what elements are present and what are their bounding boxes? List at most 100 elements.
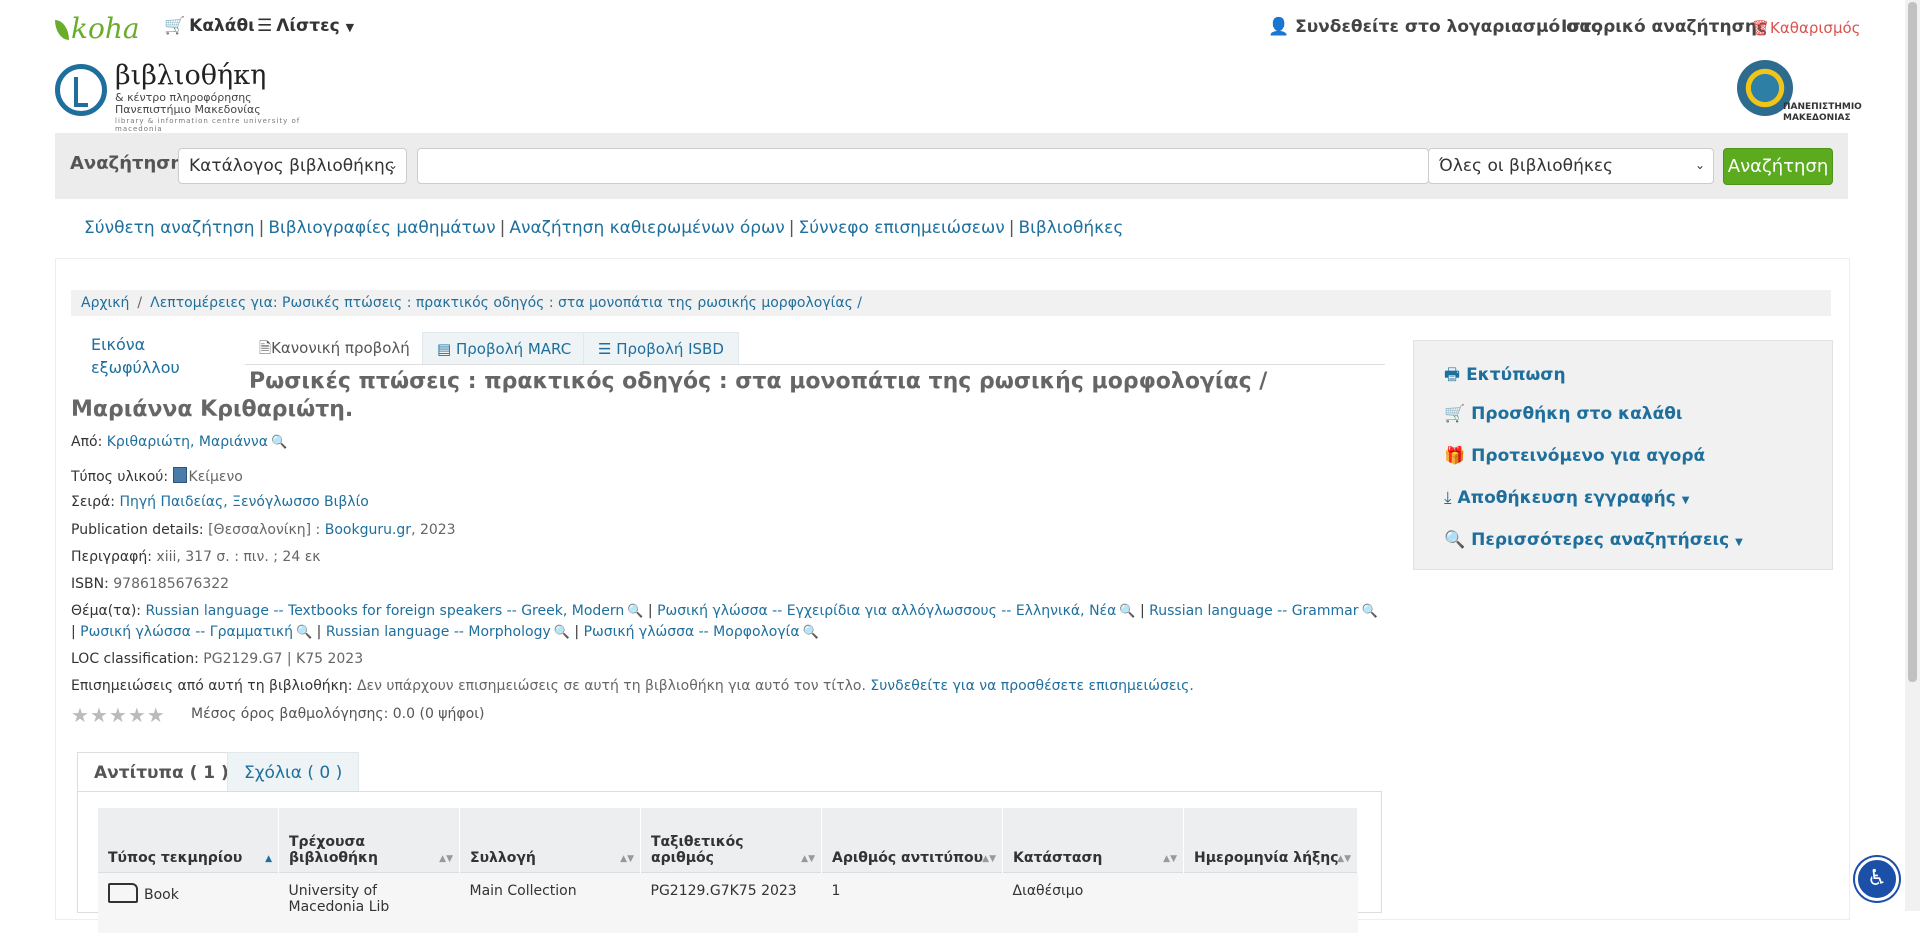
login-link[interactable]: 👤 Συνδεθείτε στο λογαριασμό σας (1268, 17, 1601, 37)
col-current-library[interactable]: Τρέχουσα βιβλιοθήκη▲▼ (279, 808, 460, 873)
subject-link[interactable]: Ρωσική γλώσσα -- Εγχειρίδια για αλλόγλωσ… (657, 603, 1116, 619)
book-icon (108, 883, 138, 903)
sort-icon: ▲▼ (982, 854, 996, 864)
tab-comments[interactable]: Σχόλια ( 0 ) (227, 752, 359, 792)
library-select[interactable]: Όλες οι βιβλιοθήκες⌄ (1428, 148, 1714, 184)
search-history-link[interactable]: Ιστορικό αναζήτησης (1561, 17, 1767, 37)
sort-icon: ▲▼ (439, 854, 453, 864)
add-to-cart-link[interactable]: 🛒Προσθήκη στο καλάθι (1444, 404, 1683, 424)
caret-down-icon: ▼ (1735, 537, 1743, 548)
publication-field: Publication details: [Θεσσαλονίκη] : Boo… (71, 522, 456, 538)
chevron-down-icon: ⌄ (388, 158, 398, 172)
sort-icon: ▲▼ (620, 854, 634, 864)
accessibility-button[interactable]: ♿ (1855, 857, 1899, 901)
col-status[interactable]: Κατάσταση▲▼ (1003, 808, 1184, 873)
lists-dropdown[interactable]: ☰Λίστες ▼ (257, 16, 354, 36)
search-icon[interactable]: 🔍 (627, 604, 643, 619)
library-logo-icon (55, 64, 107, 116)
search-button[interactable]: Αναζήτηση (1723, 148, 1833, 185)
authority-search-link[interactable]: Αναζήτηση καθιερωμένων όρων (509, 218, 784, 238)
subject-link[interactable]: Russian language -- Grammar (1149, 603, 1358, 619)
col-item-type[interactable]: Τύπος τεκμηρίου▲ (98, 808, 279, 873)
tab-marc-view[interactable]: ▤ Προβολή MARC (422, 332, 586, 364)
table-row: Book University of Macedonia Lib Main Co… (98, 873, 1358, 933)
search-icon[interactable]: 🔍 (803, 625, 819, 640)
university-logo: ΠΑΝΕΠΙΣΤΗΜΙΟ ΜΑΚΕΔΟΝΙΑΣ (1737, 60, 1847, 126)
caret-down-icon: ▼ (1682, 495, 1690, 506)
advanced-search-link[interactable]: Σύνθετη αναζήτηση (84, 218, 255, 238)
document-icon: 🗎 (259, 339, 271, 357)
series-link[interactable]: Πηγή Παιδείας, Ξενόγλωσσο Βιβλίο (119, 494, 368, 510)
scrollbar-thumb[interactable] (1908, 2, 1917, 682)
search-icon: 🔍 (1444, 530, 1465, 550)
subject-link[interactable]: Russian language -- Morphology (326, 624, 551, 640)
record-actions-sidebar: 🖶Εκτύπωση 🛒Προσθήκη στο καλάθι 🎁Προτεινό… (1413, 340, 1833, 570)
holdings-table: Τύπος τεκμηρίου▲ Τρέχουσα βιβλιοθήκη▲▼ Σ… (98, 808, 1358, 933)
print-link[interactable]: 🖶Εκτύπωση (1444, 362, 1566, 391)
material-type-field: Τύπος υλικού: Κείμενο (71, 467, 243, 485)
star-icon[interactable]: ★ (90, 703, 109, 727)
col-call-number[interactable]: Ταξιθετικός αριθμός▲▼ (641, 808, 822, 873)
search-icon[interactable]: 🔍 (1119, 604, 1135, 619)
breadcrumb-home[interactable]: Αρχική (81, 295, 129, 311)
star-icon[interactable]: ★ (147, 703, 166, 727)
view-tabs: 🗎Κανονική προβολή ▤ Προβολή MARC ☰ Προβο… (245, 332, 1385, 365)
search-icon[interactable]: 🔍 (271, 435, 287, 450)
tab-isbd-view[interactable]: ☰ Προβολή ISBD (583, 332, 739, 364)
search-icon[interactable]: 🔍 (554, 625, 570, 640)
sort-icon: ▲▼ (1163, 854, 1177, 864)
course-reserves-link[interactable]: Βιβλιογραφίες μαθημάτων (268, 218, 495, 238)
trash-icon: 🗑 (1751, 19, 1770, 37)
loc-field: LOC classification: PG2129.G7 | K75 2023 (71, 651, 363, 667)
search-type-select[interactable]: Κατάλογος βιβλιοθήκης⌄ (178, 148, 407, 184)
star-rating[interactable]: ★★★★★ (71, 703, 166, 727)
library-name: βιβλιοθήκη (115, 60, 266, 91)
col-copy-number[interactable]: Αριθμός αντιτύπου▲▼ (822, 808, 1003, 873)
publisher-link[interactable]: Bookguru.gr (325, 522, 411, 538)
sort-icon: ▲▼ (801, 854, 815, 864)
library-subtitle: & κέντρο πληροφόρησης Πανεπιστήμιο Μακεδ… (115, 92, 261, 116)
breadcrumb: Αρχική/Λεπτομέρειες για: Ρωσικές πτώσεις… (71, 290, 1831, 316)
search-icon[interactable]: 🔍 (1362, 604, 1378, 619)
cart-icon: 🛒 (1444, 404, 1465, 424)
subject-link[interactable]: Ρωσική γλώσσα -- Γραμματική (80, 624, 293, 640)
subjects-field: Θέμα(τα): Russian language -- Textbooks … (71, 601, 1386, 643)
col-collection[interactable]: Συλλογή▲▼ (460, 808, 641, 873)
isbn-field: ISBN: 9786185676322 (71, 576, 229, 592)
author-link[interactable]: Κριθαριώτη, Μαριάννα (107, 434, 268, 450)
user-icon: 👤 (1268, 17, 1289, 37)
more-searches-dropdown[interactable]: 🔍Περισσότερες αναζητήσεις ▼ (1444, 530, 1743, 550)
tab-copies[interactable]: Αντίτυπα ( 1 ) (77, 752, 246, 792)
col-due-date[interactable]: Ημερομηνία λήξης▲▼ (1184, 808, 1358, 873)
search-input[interactable] (417, 148, 1429, 184)
description-field: Περιγραφή: xiii, 317 σ. : πιν. ; 24 εκ (71, 549, 321, 565)
search-icon[interactable]: 🔍 (296, 625, 312, 640)
tags-field: Επισημειώσεις από αυτή τη βιβλιοθήκη: Δε… (71, 678, 1194, 694)
save-record-dropdown[interactable]: ⤓Αποθήκευση εγγραφής ▼ (1444, 488, 1689, 508)
library-logo[interactable]: βιβλιοθήκη & κέντρο πληροφόρησης Πανεπισ… (55, 60, 325, 128)
subject-link[interactable]: Russian language -- Textbooks for foreig… (145, 603, 624, 619)
tag-cloud-link[interactable]: Σύννεφο επισημειώσεων (799, 218, 1005, 238)
list-icon: ☰ (257, 16, 272, 36)
university-name: ΠΑΝΕΠΙΣΤΗΜΙΟ ΜΑΚΕΔΟΝΙΑΣ (1783, 102, 1847, 124)
cart-button[interactable]: 🛒Καλάθι (164, 16, 255, 36)
breadcrumb-current[interactable]: Λεπτομέρειες για: Ρωσικές πτώσεις : πρακ… (150, 295, 862, 311)
star-icon[interactable]: ★ (71, 703, 90, 727)
top-navbar: koha 🛒Καλάθι ☰Λίστες ▼ 👤 Συνδεθείτε στο … (0, 0, 1905, 56)
star-icon[interactable]: ★ (128, 703, 147, 727)
print-icon: 🖶 (1444, 365, 1460, 385)
login-to-tag-link[interactable]: Συνδεθείτε για να προσθέσετε επισημειώσε… (870, 678, 1193, 694)
sort-asc-icon: ▲ (265, 854, 272, 864)
koha-logo[interactable]: koha (55, 12, 140, 45)
list-icon: ☰ (598, 340, 611, 358)
list-alt-icon: ▤ (437, 340, 451, 358)
gift-icon: 🎁 (1444, 446, 1465, 466)
tab-normal-view[interactable]: 🗎Κανονική προβολή (245, 332, 424, 364)
download-icon: ⤓ (1444, 488, 1452, 508)
book-icon (173, 467, 187, 483)
star-icon[interactable]: ★ (109, 703, 128, 727)
libraries-link[interactable]: Βιβλιοθήκες (1018, 218, 1123, 238)
suggest-purchase-link[interactable]: 🎁Προτεινόμενο για αγορά (1444, 446, 1705, 466)
subject-link[interactable]: Ρωσική γλώσσα -- Μορφολογία (584, 624, 800, 640)
clear-history-link[interactable]: 🗑Καθαρισμός (1751, 19, 1860, 37)
